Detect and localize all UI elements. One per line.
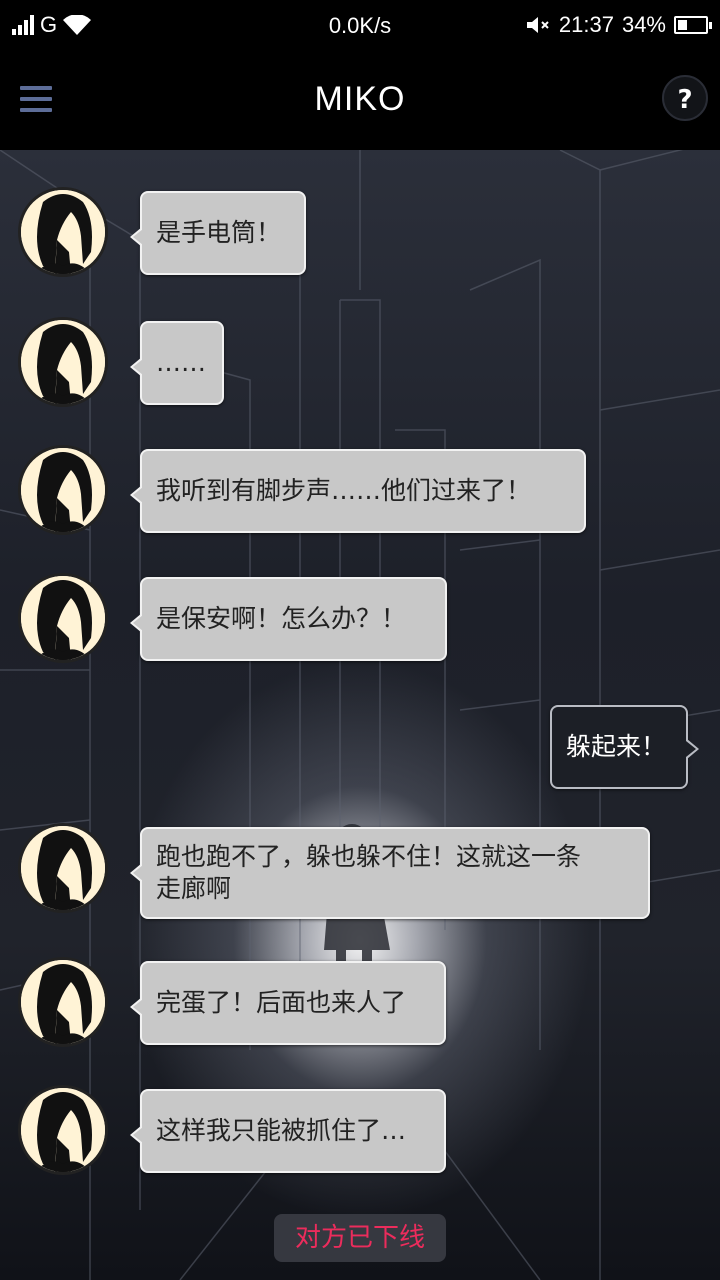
incoming-message[interactable]: 是手电筒！	[130, 191, 306, 275]
avatar[interactable]	[18, 573, 108, 663]
incoming-message[interactable]: ……	[130, 321, 224, 405]
battery-percent: 34%	[621, 12, 666, 37]
battery-level	[678, 20, 687, 30]
message-text: 我听到有脚步声……他们过来了！	[156, 476, 532, 505]
incoming-message[interactable]: 这样我只能被抓住了…	[130, 1089, 446, 1173]
outgoing-message[interactable]: 躲起来！	[550, 705, 699, 789]
message-text: 是保安啊！怎么办？！	[156, 604, 407, 633]
message-text: 完蛋了！后面也来人了	[156, 988, 407, 1017]
avatar[interactable]	[18, 957, 108, 1047]
incoming-message[interactable]: 我听到有脚步声……他们过来了！	[130, 449, 586, 533]
chat-area[interactable]: 是手电筒！ …… 我听到有脚步声……他们过来了！ 是保安啊！怎么办？！ 躲起来！ …	[0, 150, 720, 1280]
avatar[interactable]	[18, 187, 108, 277]
avatar[interactable]	[18, 823, 108, 913]
app-bar: MIKO ?	[0, 50, 720, 150]
page-title: MIKO	[314, 80, 406, 118]
incoming-message[interactable]: 是保安啊！怎么办？！	[130, 577, 447, 661]
message-text: 跑也跑不了，躲也躲不住！这就这一条 走廊啊	[156, 842, 582, 903]
message-text: ……	[156, 348, 206, 377]
avatar[interactable]	[18, 317, 108, 407]
avatar[interactable]	[18, 445, 108, 535]
offline-notice: 对方已下线	[274, 1214, 446, 1262]
status-bar: G 0.0K/s 21:37 34%	[0, 0, 720, 50]
avatar[interactable]	[18, 1085, 108, 1175]
mute-icon	[526, 17, 549, 33]
message-text: 是手电筒！	[156, 218, 282, 247]
battery-icon	[674, 16, 712, 34]
incoming-message[interactable]: 完蛋了！后面也来人了	[130, 961, 446, 1045]
help-icon[interactable]: ?	[662, 75, 708, 121]
incoming-message[interactable]: 跑也跑不了，躲也躲不住！这就这一条 走廊啊	[130, 827, 650, 919]
message-text: 这样我只能被抓住了…	[156, 1116, 407, 1145]
message-text: 躲起来！	[566, 732, 667, 761]
clock: 21:37	[558, 12, 614, 37]
